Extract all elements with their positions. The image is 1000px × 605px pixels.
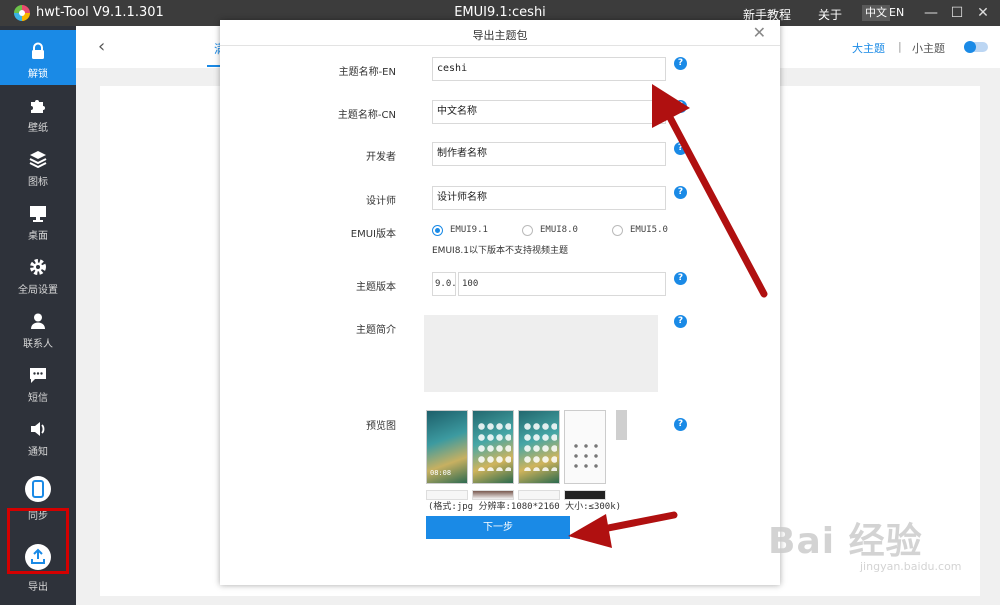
help-icon[interactable]: ? [674,100,687,113]
developer-input[interactable]: 制作者名称 [432,142,666,166]
help-icon[interactable]: ? [674,186,687,199]
name-cn-input[interactable]: 中文名称 [432,100,666,124]
emui91-radio[interactable] [432,225,443,236]
emui80-label: EMUI8.0 [540,225,578,235]
dialog-header: 导出主题包 ✕ [220,20,780,46]
emui50-radio[interactable] [612,225,623,236]
developer-label: 开发者 [366,152,396,163]
emui80-radio[interactable] [522,225,533,236]
thumbnail-clock: 08:08 [430,469,452,477]
next-step-button[interactable]: 下一步 [426,516,570,539]
maximize-button[interactable]: ☐ [947,3,967,23]
sidebar-item-label: 通知 [28,447,48,458]
sidebar-item-label: 短信 [28,393,48,404]
designer-label: 设计师 [366,196,396,207]
theme-version-prefix: 9.0. [432,272,457,296]
name-en-input[interactable]: ceshi [432,57,666,81]
preview-thumbnail[interactable] [472,410,514,484]
help-icon[interactable]: ? [674,418,687,431]
phone-icon [32,480,44,498]
theme-version-label: 主题版本 [356,282,396,293]
app-title: hwt-Tool V9.1.1.301 [36,5,164,20]
sidebar-item-icons[interactable]: 图标 [0,138,76,193]
theme-toggle[interactable] [964,41,988,53]
sidebar-item-notifications[interactable]: 通知 [0,408,76,463]
person-icon [31,313,45,329]
theme-intro-textarea[interactable] [424,315,658,392]
designer-input[interactable]: 设计师名称 [432,186,666,210]
sidebar-item-contacts[interactable]: 联系人 [0,300,76,355]
sidebar-item-wallpaper[interactable]: 壁纸 [0,84,76,139]
sidebar-item-unlock[interactable]: 解锁 [0,30,76,85]
monitor-icon [30,206,46,222]
separator: | [898,40,902,53]
name-cn-label: 主题名称-CN [337,110,396,121]
name-en-label: 主题名称-EN [338,67,396,78]
sidebar-item-messages[interactable]: 短信 [0,354,76,409]
preview-label: 预览图 [366,421,396,432]
baidu-watermark: Bai 经验 jingyan.baidu.com [768,498,998,584]
preview-scrollbar[interactable] [616,410,627,440]
emui-version-label: EMUI版本 [350,229,396,240]
theme-intro-label: 主题简介 [356,325,396,336]
minimize-button[interactable]: — [921,3,941,23]
watermark-url: jingyan.baidu.com [860,560,962,573]
sidebar-item-label: 桌面 [28,231,48,242]
sidebar-item-label: 壁纸 [28,123,48,134]
sidebar-item-label: 图标 [28,177,48,188]
sidebar-item-label: 全局设置 [18,285,58,296]
preview-thumbnail[interactable] [564,410,606,484]
layers-icon [29,151,47,168]
preview-thumbnail[interactable]: 08:08 [426,410,468,484]
app-logo-icon [14,5,30,21]
help-icon[interactable]: ? [674,142,687,155]
preview-thumbnail[interactable] [518,410,560,484]
window-close-button[interactable]: ✕ [973,3,993,23]
sidebar-item-global-settings[interactable]: 全局设置 [0,246,76,301]
export-dialog: 导出主题包 ✕ 主题名称-EN ceshi ? 主题名称-CN 中文名称 ? 开… [220,20,780,585]
small-theme-tab[interactable]: 小主题 [912,40,945,56]
app-grid [523,421,557,471]
emui50-label: EMUI5.0 [630,225,668,235]
export-highlight-box [7,508,69,574]
sidebar-item-desktop[interactable]: 桌面 [0,192,76,247]
theme-version-input[interactable]: 100 [458,272,666,296]
format-note: (格式:jpg 分辨率:1080*2160 大小:≤300k) [428,502,622,512]
back-button[interactable]: ‹ [98,36,105,57]
speaker-icon [31,422,45,436]
emui91-label: EMUI9.1 [450,225,488,235]
dialpad [571,441,601,471]
help-icon[interactable]: ? [674,272,687,285]
about-link[interactable]: 关于 [818,6,842,23]
help-icon[interactable]: ? [674,315,687,328]
gear-icon [30,259,46,275]
puzzle-icon [31,100,45,113]
watermark-logo: Bai 经验 [768,521,923,562]
sidebar-item-label: 联系人 [23,339,53,350]
sidebar-item-label: 导出 [28,582,48,593]
message-icon [30,368,46,383]
dialog-close-button[interactable]: ✕ [753,23,766,42]
lang-en-button[interactable]: EN [886,5,907,21]
help-icon[interactable]: ? [674,57,687,70]
emui-note: EMUI8.1以下版本不支持视频主题 [432,246,569,256]
lock-icon [32,42,44,59]
app-grid [477,421,511,471]
dialog-title: 导出主题包 [472,29,528,42]
big-theme-tab[interactable]: 大主题 [852,40,885,56]
sidebar-item-label: 解锁 [28,69,48,80]
